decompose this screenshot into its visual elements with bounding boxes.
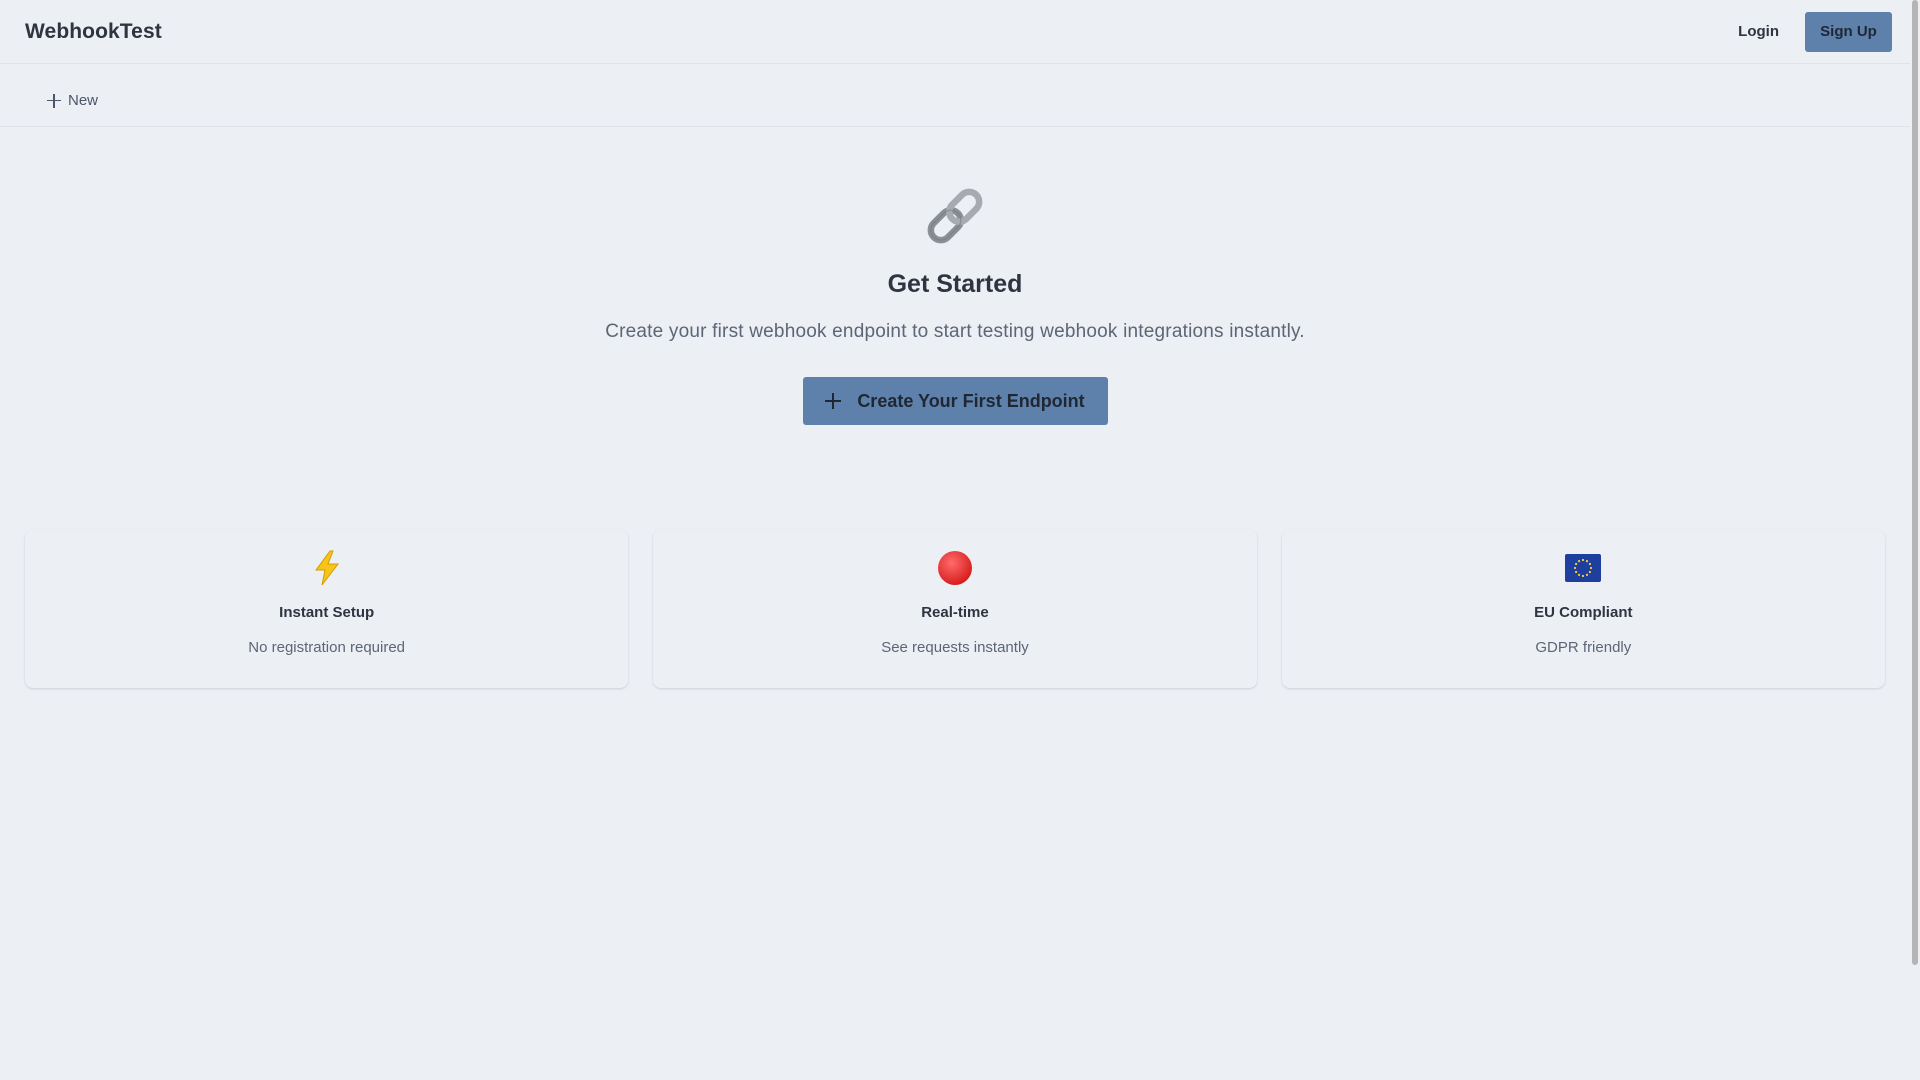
login-button[interactable]: Login [1722, 13, 1795, 50]
endpoint-tab-bar: New [0, 64, 1910, 127]
feature-description: See requests instantly [881, 639, 1029, 656]
feature-description: No registration required [248, 639, 406, 656]
feature-title: EU Compliant [1534, 604, 1633, 621]
app-viewport: WebhookTest Login Sign Up New Get Starte… [0, 0, 1920, 1080]
feature-description: GDPR friendly [1535, 639, 1632, 656]
feature-title: Real-time [921, 604, 989, 621]
feature-card-eu-compliant: EU Compliant GDPR friendly [1282, 530, 1885, 688]
eu-flag-icon [1565, 550, 1602, 586]
red-circle-icon [937, 550, 973, 586]
signup-button[interactable]: Sign Up [1805, 11, 1892, 52]
feature-card-instant-setup: Instant Setup No registration required [25, 530, 628, 688]
hero-title: Get Started [887, 270, 1023, 298]
hero-subtitle: Create your first webhook endpoint to st… [605, 321, 1305, 342]
plus-icon [825, 393, 842, 409]
link-icon [927, 188, 983, 244]
plus-icon [47, 93, 61, 108]
feature-card-real-time: Real-time See requests instantly [653, 530, 1256, 688]
create-first-endpoint-button[interactable]: Create Your First Endpoint [802, 377, 1108, 425]
create-first-endpoint-label: Create Your First Endpoint [857, 390, 1085, 411]
top-navigation: WebhookTest Login Sign Up [0, 0, 1910, 64]
new-tab-label: New [68, 92, 99, 109]
feature-title: Instant Setup [279, 604, 375, 621]
auth-actions: Login Sign Up [1722, 11, 1892, 52]
scrollbar-thumb[interactable] [1912, 0, 1918, 965]
page-scrollbar[interactable] [1910, 0, 1920, 1080]
new-endpoint-tab[interactable]: New [47, 92, 98, 109]
brand-logo[interactable]: WebhookTest [25, 20, 162, 44]
feature-cards: Instant Setup No registration required R… [25, 530, 1885, 688]
lightning-icon [309, 550, 345, 586]
empty-state-hero: Get Started Create your first webhook en… [0, 180, 1910, 425]
